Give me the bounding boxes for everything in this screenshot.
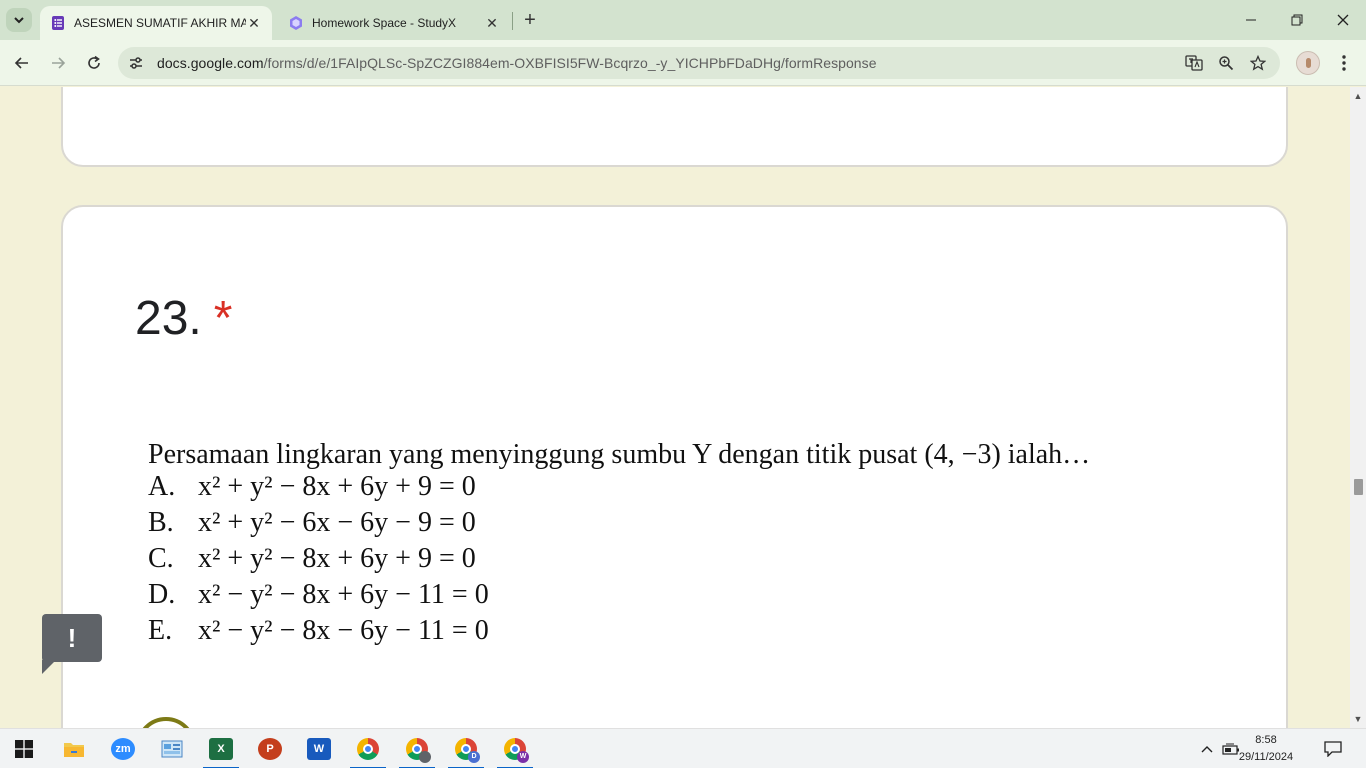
page-scrollbar[interactable]: ▲ ▼	[1350, 87, 1366, 728]
option-letter: D.	[148, 579, 176, 610]
translate-icon[interactable]	[1183, 53, 1205, 73]
url-path: /forms/d/e/1FAIpQLSc-SpZCZGI884em-OXBFIS…	[263, 55, 877, 71]
browser-toolbar: docs.google.com/forms/d/e/1FAIpQLSc-SpZC…	[0, 40, 1366, 86]
windows-taskbar: zm X P W D W 8:58 29/11/2024	[0, 728, 1366, 768]
reload-icon	[88, 55, 100, 69]
tab-title: Homework Space - StudyX	[312, 16, 457, 30]
bookmark-star-icon[interactable]	[1247, 53, 1269, 73]
restore-icon	[1291, 14, 1303, 26]
close-icon	[1337, 14, 1349, 26]
excel-icon: X	[209, 738, 233, 760]
site-info-icon[interactable]	[126, 53, 146, 73]
arrow-left-icon	[14, 57, 28, 69]
start-button[interactable]	[4, 729, 44, 768]
windows-logo-icon	[15, 740, 33, 758]
powerpoint-icon: P	[258, 738, 282, 760]
scroll-down-arrow-icon[interactable]: ▼	[1353, 714, 1363, 724]
option-a: A. x² + y² − 8x + 6y + 9 = 0	[148, 471, 1090, 507]
excel-taskbar[interactable]: X	[201, 729, 241, 768]
option-letter: E.	[148, 615, 173, 646]
required-asterisk: *	[213, 292, 233, 345]
new-tab-button[interactable]: +	[519, 9, 541, 31]
option-letter: C.	[148, 543, 174, 574]
tab-strip: ASESMEN SUMATIF AKHIR MAT ✕ Homework Spa…	[0, 0, 1366, 40]
option-d: D. x² − y² − 8x + 6y − 11 = 0	[148, 579, 1090, 615]
control-panel-icon	[161, 740, 183, 758]
back-button[interactable]	[8, 49, 36, 77]
minimize-button[interactable]	[1228, 0, 1274, 40]
option-equation: x² + y² − 6x − 6y − 9 = 0	[198, 507, 476, 538]
reload-button[interactable]	[80, 49, 108, 77]
tab-studyx[interactable]: Homework Space - StudyX ✕	[278, 6, 510, 40]
question-title: 23. *	[135, 291, 232, 346]
question-stem: Persamaan lingkaran yang menyinggung sum…	[148, 439, 1091, 470]
chrome-taskbar[interactable]	[348, 729, 388, 768]
folder-icon	[64, 743, 84, 757]
clock-time: 8:58	[1255, 734, 1277, 746]
tab-google-forms[interactable]: ASESMEN SUMATIF AKHIR MAT ✕	[40, 6, 272, 40]
option-e: E. x² − y² − 8x − 6y − 11 = 0	[148, 615, 1090, 651]
option-c: C. x² + y² − 8x + 6y + 9 = 0	[148, 543, 1090, 579]
control-panel-taskbar[interactable]	[152, 729, 192, 768]
chrome-profile-d-taskbar[interactable]: D	[446, 729, 486, 768]
powerpoint-taskbar[interactable]: P	[250, 729, 290, 768]
minimize-icon	[1246, 19, 1256, 21]
chevron-up-icon	[1201, 746, 1213, 753]
chrome-icon	[357, 738, 379, 760]
scroll-up-arrow-icon[interactable]: ▲	[1353, 91, 1363, 101]
zoom-icon[interactable]	[1215, 53, 1237, 73]
url-text: docs.google.com/forms/d/e/1FAIpQLSc-SpZC…	[157, 55, 877, 71]
chevron-down-icon	[14, 17, 24, 24]
option-equation: x² + y² − 8x + 6y + 9 = 0	[198, 471, 476, 502]
tab-search-button[interactable]	[6, 8, 32, 32]
option-b: B. x² + y² − 6x − 6y − 9 = 0	[148, 507, 1090, 543]
option-equation: x² − y² − 8x + 6y − 11 = 0	[198, 579, 489, 610]
notification-center-button[interactable]	[1320, 729, 1346, 768]
zoom-icon: zm	[111, 738, 135, 760]
profile-avatar[interactable]	[1296, 51, 1320, 75]
zoom-taskbar[interactable]: zm	[103, 729, 143, 768]
notification-icon	[1324, 741, 1342, 757]
previous-question-card	[61, 87, 1288, 167]
address-bar[interactable]: docs.google.com/forms/d/e/1FAIpQLSc-SpZC…	[118, 47, 1280, 79]
option-equation: x² + y² − 8x + 6y + 9 = 0	[198, 543, 476, 574]
google-forms-icon	[52, 16, 64, 30]
scrollbar-thumb[interactable]	[1354, 479, 1363, 495]
tab-title: ASESMEN SUMATIF AKHIR MAT	[74, 16, 246, 30]
url-host: docs.google.com	[157, 55, 264, 71]
option-equation: x² − y² − 8x − 6y − 11 = 0	[198, 615, 489, 646]
clock-date: 29/11/2024	[1238, 751, 1294, 763]
option-letter: B.	[148, 507, 174, 538]
profile-badge-icon	[419, 751, 431, 763]
word-taskbar[interactable]: W	[299, 729, 339, 768]
file-explorer-taskbar[interactable]	[54, 729, 94, 768]
option-letter: A.	[148, 471, 176, 502]
show-hidden-icons-button[interactable]	[1196, 729, 1218, 768]
answer-radio-button[interactable]	[136, 717, 196, 728]
arrow-right-icon	[52, 57, 66, 69]
profile-badge-d: D	[468, 751, 480, 763]
question-card: 23. * Persamaan lingkaran yang menyinggun…	[61, 205, 1288, 728]
tab-separator	[512, 12, 513, 30]
browser-menu-button[interactable]	[1332, 51, 1356, 75]
chrome-profile-2-taskbar[interactable]	[397, 729, 437, 768]
word-icon: W	[307, 738, 331, 760]
question-image: Persamaan lingkaran yang menyinggung sum…	[148, 439, 1090, 651]
studyx-icon	[290, 16, 302, 30]
system-clock[interactable]: 8:58 29/11/2024	[1238, 732, 1294, 766]
close-tab-icon[interactable]: ✕	[246, 15, 262, 31]
forward-button[interactable]	[44, 49, 72, 77]
close-window-button[interactable]	[1320, 0, 1366, 40]
profile-badge-w: W	[517, 751, 529, 763]
page-viewport: 23. * Persamaan lingkaran yang menyinggun…	[0, 87, 1350, 728]
question-number: 23.	[135, 292, 202, 345]
more-vertical-icon	[1342, 55, 1346, 71]
chrome-profile-w-taskbar[interactable]: W	[495, 729, 535, 768]
close-tab-icon[interactable]: ✕	[484, 15, 500, 31]
report-feedback-button[interactable]: !	[42, 614, 102, 674]
restore-button[interactable]	[1274, 0, 1320, 40]
